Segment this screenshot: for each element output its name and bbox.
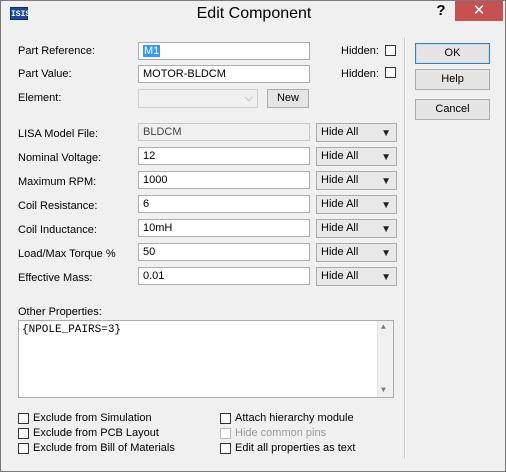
help-button[interactable]: Help xyxy=(415,69,490,90)
chevron-down-icon: ▼ xyxy=(381,152,391,163)
visibility-dropdown[interactable]: Hide All ▼ xyxy=(316,195,397,214)
edit-all-text-checkbox[interactable] xyxy=(220,443,231,454)
exclude-bom-checkbox[interactable] xyxy=(18,443,29,454)
visibility-dropdown[interactable]: Hide All ▼ xyxy=(316,267,397,286)
chevron-down-icon: ▼ xyxy=(381,200,391,211)
visibility-dropdown[interactable]: Hide All ▼ xyxy=(316,243,397,262)
chevron-down-icon: ▼ xyxy=(381,248,391,259)
element-combo[interactable]: ⌵ xyxy=(138,89,258,108)
other-properties-label: Other Properties: xyxy=(18,306,102,318)
scroll-down-icon[interactable]: ▼ xyxy=(381,386,386,395)
chevron-down-icon: ▼ xyxy=(381,128,391,139)
hidden-reference-checkbox[interactable] xyxy=(385,45,396,56)
visibility-dropdown[interactable]: Hide All ▼ xyxy=(316,147,397,166)
close-icon[interactable]: ✕ xyxy=(455,1,503,21)
cancel-button[interactable]: Cancel xyxy=(415,99,490,120)
property-input[interactable]: 10mH xyxy=(138,219,310,237)
property-label: Effective Mass: xyxy=(18,272,93,284)
other-properties-textarea[interactable]: {NPOLE_PAIRS=3} ▲ ▼ xyxy=(18,320,394,398)
property-label: LISA Model File: xyxy=(18,128,99,140)
vertical-divider xyxy=(404,38,406,458)
property-label: Maximum RPM: xyxy=(18,176,97,188)
scroll-up-icon[interactable]: ▲ xyxy=(381,323,386,332)
ok-button[interactable]: OK xyxy=(415,43,490,64)
property-label: Coil Inductance: xyxy=(18,224,97,236)
exclude-pcb-label: Exclude from PCB Layout xyxy=(33,427,159,439)
property-label: Nominal Voltage: xyxy=(18,152,102,164)
edit-component-dialog: ISIS Edit Component ? ✕ Part Reference: … xyxy=(0,0,506,472)
property-input[interactable]: 1000 xyxy=(138,171,310,189)
attach-hierarchy-label: Attach hierarchy module xyxy=(235,412,354,424)
exclude-simulation-label: Exclude from Simulation xyxy=(33,412,152,424)
attach-hierarchy-checkbox[interactable] xyxy=(220,413,231,424)
visibility-dropdown[interactable]: Hide All ▼ xyxy=(316,219,397,238)
exclude-simulation-checkbox[interactable] xyxy=(18,413,29,424)
exclude-pcb-checkbox[interactable] xyxy=(18,428,29,439)
property-label: Load/Max Torque % xyxy=(18,248,116,260)
chevron-down-icon: ⌵ xyxy=(244,92,253,104)
hidden-label-value: Hidden: xyxy=(341,68,379,80)
property-input[interactable]: 12 xyxy=(138,147,310,165)
part-reference-input[interactable]: M1 xyxy=(138,42,310,60)
visibility-dropdown[interactable]: Hide All ▼ xyxy=(316,171,397,190)
hide-common-pins-checkbox xyxy=(220,428,231,439)
help-question-icon[interactable]: ? xyxy=(427,1,455,21)
exclude-bom-label: Exclude from Bill of Materials xyxy=(33,442,175,454)
chevron-down-icon: ▼ xyxy=(381,272,391,283)
chevron-down-icon: ▼ xyxy=(381,224,391,235)
title-bar[interactable]: ISIS Edit Component ? ✕ xyxy=(1,1,505,28)
property-input[interactable]: 0.01 xyxy=(138,267,310,285)
edit-all-text-label: Edit all properties as text xyxy=(235,442,356,454)
vertical-scrollbar[interactable]: ▲ ▼ xyxy=(377,321,393,397)
other-properties-text: {NPOLE_PAIRS=3} xyxy=(22,324,122,336)
part-value-input[interactable]: MOTOR-BLDCM xyxy=(138,65,310,83)
property-input[interactable]: 6 xyxy=(138,195,310,213)
visibility-dropdown[interactable]: Hide All ▼ xyxy=(316,123,397,142)
hidden-label-reference: Hidden: xyxy=(341,45,379,57)
part-reference-label: Part Reference: xyxy=(18,45,96,57)
chevron-down-icon: ▼ xyxy=(381,176,391,187)
new-button[interactable]: New xyxy=(267,89,309,108)
element-label: Element: xyxy=(18,92,62,104)
hidden-value-checkbox[interactable] xyxy=(385,67,396,78)
property-input[interactable]: 50 xyxy=(138,243,310,261)
property-label: Coil Resistance: xyxy=(18,200,98,212)
property-input[interactable]: BLDCM xyxy=(138,123,310,141)
part-value-label: Part Value: xyxy=(18,68,72,80)
hide-common-pins-label: Hide common pins xyxy=(235,427,327,439)
